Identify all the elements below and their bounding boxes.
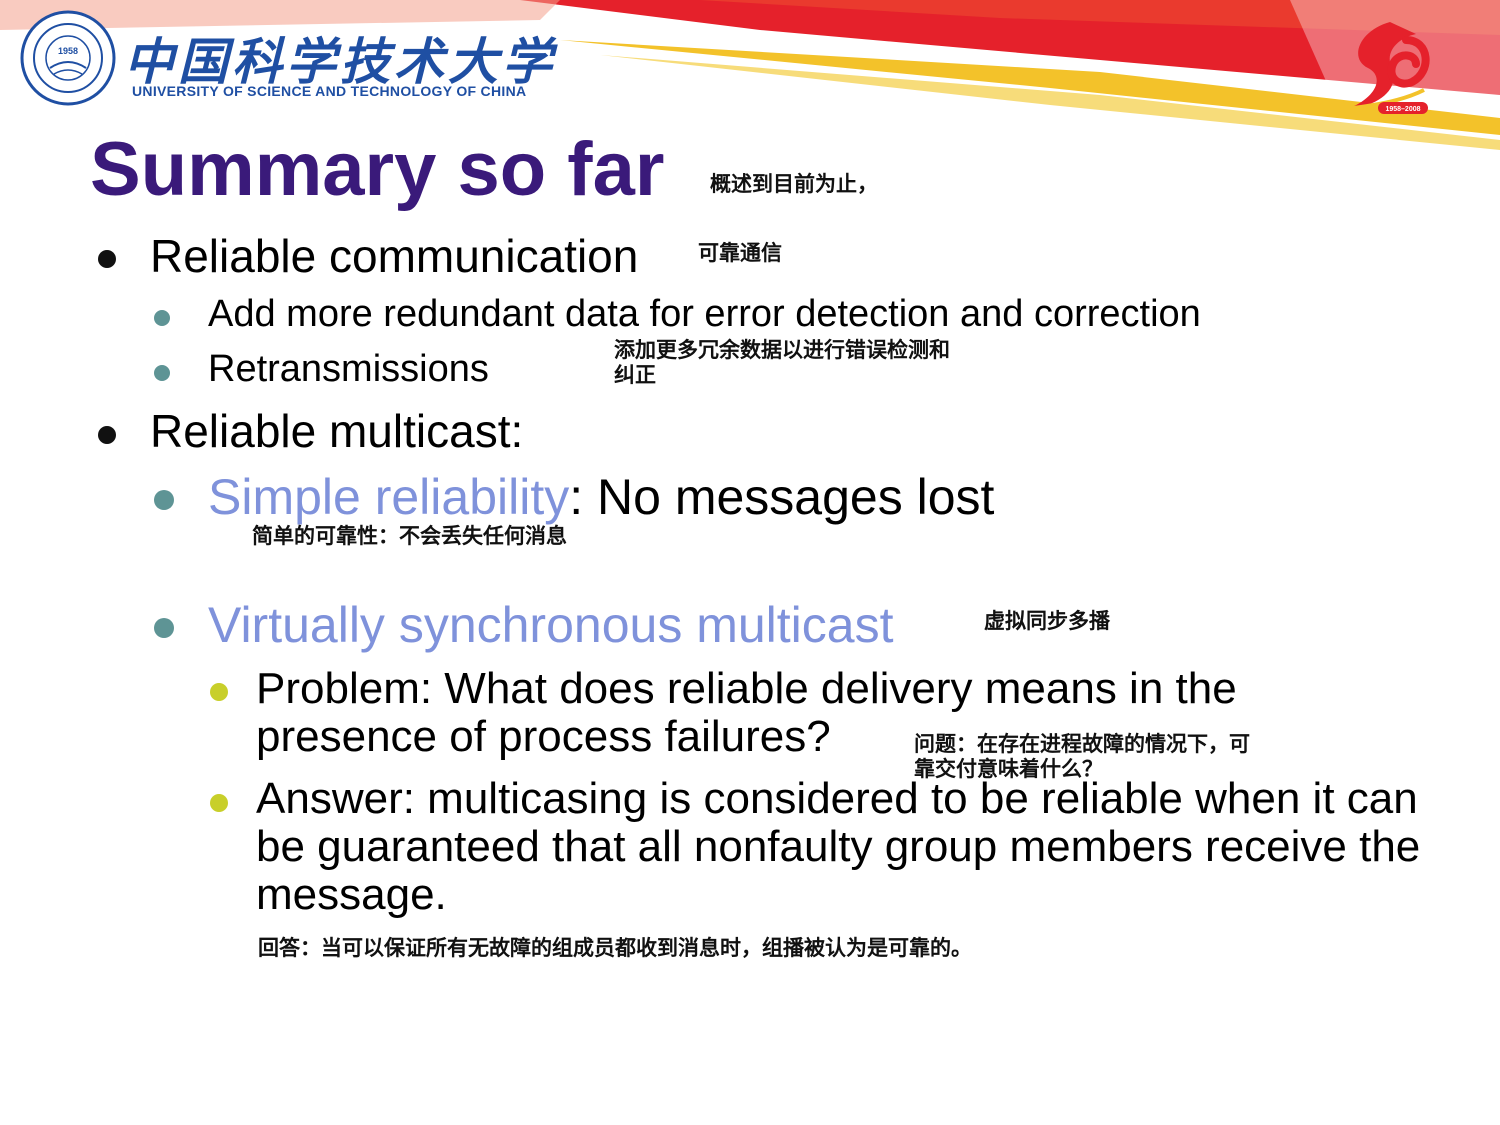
bullet-l2: [154, 618, 174, 638]
bullet-l3: [210, 794, 228, 812]
bullet-reliable-communication: Reliable communication: [150, 230, 639, 282]
anniversary-logo: 1958–2008: [1339, 22, 1430, 114]
slide-title: Summary so far: [90, 127, 665, 212]
note-answer: 回答：当可以保证所有无故障的组成员都收到消息时，组播被认为是可靠的。: [258, 936, 972, 960]
note-redundant-data-line1: 添加更多冗余数据以进行错误检测和: [614, 338, 950, 362]
simple-reliability-definition: : No messages lost: [569, 469, 995, 525]
bullet-l3: [210, 683, 228, 701]
simple-reliability-term: Simple reliability: [208, 469, 570, 525]
university-name-en: UNIVERSITY OF SCIENCE AND TECHNOLOGY OF …: [132, 83, 527, 99]
bullet-l2: [154, 365, 170, 381]
note-reliable-communication: 可靠通信: [698, 241, 782, 265]
bullet-virtually-synchronous: Virtually synchronous multicast: [208, 597, 894, 653]
emblem-year: 1958: [58, 46, 78, 56]
bullet-retransmissions: Retransmissions: [208, 348, 489, 390]
bullet-l2: [154, 490, 174, 510]
bullet-redundant-data: Add more redundant data for error detect…: [208, 293, 1201, 335]
note-simple-reliability: 简单的可靠性：不会丢失任何消息: [252, 524, 567, 548]
note-redundant-data-line2: 纠正: [614, 363, 656, 387]
anniversary-years: 1958–2008: [1385, 106, 1420, 113]
bullet-reliable-multicast: Reliable multicast:: [150, 405, 524, 457]
bullet-l2: [154, 310, 170, 326]
slide-title-note: 概述到目前为止，: [710, 172, 878, 196]
note-virtually-synchronous: 虚拟同步多播: [984, 609, 1110, 633]
bullet-simple-reliability: Simple reliability: No messages lost: [208, 472, 994, 522]
bullet-answer: Answer: multicasing is considered to be …: [256, 774, 1421, 919]
university-emblem: 1958: [20, 10, 116, 106]
bullet-l1: [98, 250, 116, 268]
bullet-l1: [98, 426, 116, 444]
note-problem-line1: 问题：在存在进程故障的情况下，可: [914, 732, 1250, 756]
